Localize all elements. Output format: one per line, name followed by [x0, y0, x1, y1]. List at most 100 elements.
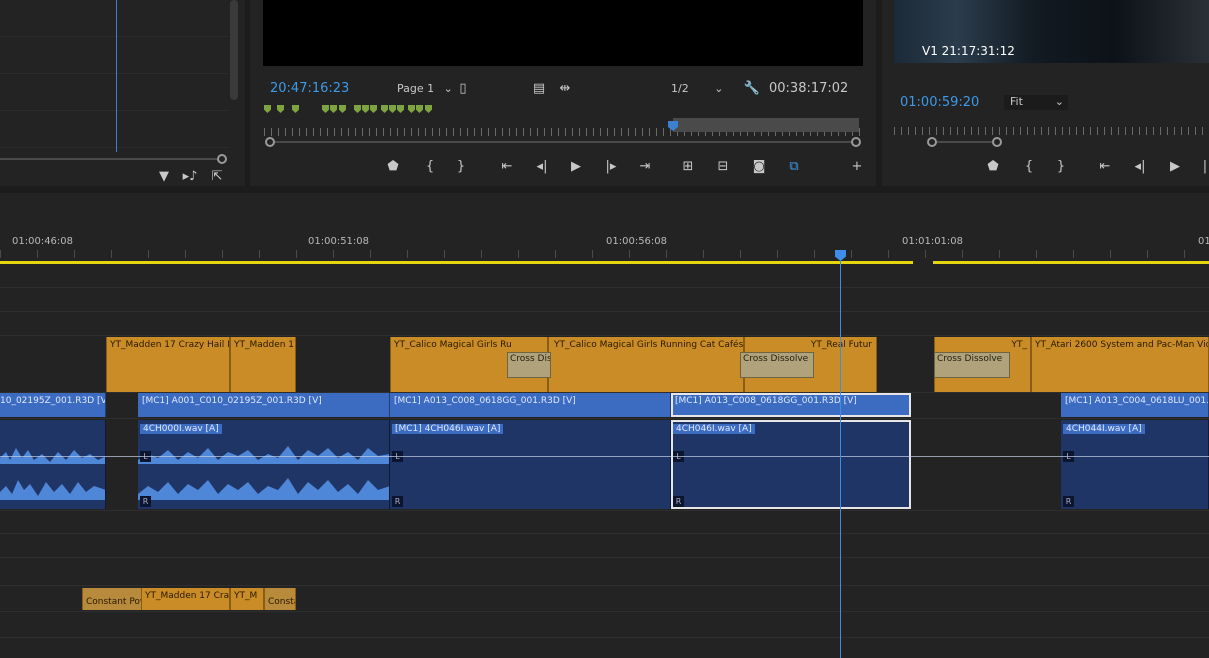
clip-label: YT_M: [234, 591, 258, 601]
program-zoom-handle-right[interactable]: [851, 137, 861, 147]
work-area-bar[interactable]: [0, 261, 913, 264]
reference-zoom-handle-right[interactable]: [992, 137, 1002, 147]
marker[interactable]: [389, 105, 396, 113]
reference-zoom-scrollbar[interactable]: [932, 141, 997, 143]
left-panel-scrollbar[interactable]: [230, 0, 238, 100]
video-clip-selected[interactable]: [MC1] A013_C008_0618GG_001.R3D [V]: [671, 393, 911, 417]
mark-in-icon[interactable]: {: [420, 158, 440, 176]
audio-transition-clip[interactable]: Consta: [264, 588, 296, 610]
marker[interactable]: [425, 105, 432, 113]
audio-clip[interactable]: 4CH044I.wav [A] L R: [1061, 420, 1209, 509]
graphic-clip[interactable]: YT_Atari 2600 System and Pac-Man Video G: [1031, 337, 1209, 392]
reference-zoom-handle-left[interactable]: [927, 137, 937, 147]
reference-mini-ruler[interactable]: [894, 127, 1209, 135]
clip-label: [MC1] A013_C004_0618LU_001.R3D: [1065, 396, 1209, 406]
clip-label: [MC1] A013_C008_0618GG_001.R3D [V]: [394, 396, 576, 406]
audio-clip[interactable]: [0, 420, 106, 509]
marker[interactable]: [330, 105, 337, 113]
filter-icon[interactable]: ▼: [154, 168, 174, 186]
marker[interactable]: [339, 105, 346, 113]
mark-out-icon[interactable]: }: [451, 158, 471, 176]
graphic-clip[interactable]: YT_Calico Magical Girls Running Cat Café…: [548, 337, 744, 392]
step-back-icon[interactable]: ◂|: [1130, 158, 1150, 176]
play-icon[interactable]: ▶: [1165, 158, 1185, 176]
program-zoom-handle-left[interactable]: [265, 137, 275, 147]
video-clip[interactable]: 10_02195Z_001.R3D [V]: [0, 393, 106, 417]
safe-margins-icon[interactable]: ▤: [529, 80, 549, 98]
work-area-bar[interactable]: [933, 261, 1209, 264]
step-forward-icon[interactable]: |: [1195, 158, 1209, 176]
add-marker-icon[interactable]: ⬟: [983, 158, 1003, 176]
left-panel-hscroll[interactable]: [0, 158, 220, 160]
resolution-select[interactable]: 1/2 ⌄: [671, 82, 723, 95]
audio-volume-line[interactable]: [0, 456, 1209, 457]
toggle-panel-icon[interactable]: ▯: [453, 80, 473, 98]
track-divider: [0, 418, 1209, 419]
export-icon[interactable]: ⇱: [207, 168, 227, 186]
ruler-label: 01:00:56:08: [606, 236, 668, 247]
audio-transition-clip[interactable]: Constant Pow: [82, 588, 142, 610]
add-marker-icon[interactable]: ⬟: [383, 158, 403, 176]
marker[interactable]: [277, 105, 284, 113]
wrench-icon[interactable]: 🔧: [742, 80, 762, 98]
track-divider: [0, 533, 1209, 534]
marker[interactable]: [397, 105, 404, 113]
video-clip[interactable]: [MC1] A013_C008_0618GG_001.R3D [V]: [390, 393, 671, 417]
cross-dissolve-transition[interactable]: Cross Diss: [507, 352, 551, 378]
go-to-in-icon[interactable]: ⇤: [497, 158, 517, 176]
clip-label: 4CH000I.wav [A]: [140, 424, 222, 434]
audio-clip[interactable]: 4CH000I.wav [A] L R: [138, 420, 390, 509]
clip-label: YT_Madden 17: [234, 340, 296, 350]
marker[interactable]: [354, 105, 361, 113]
cross-dissolve-transition[interactable]: Cross Dissolve: [934, 352, 1010, 378]
graphic-clip[interactable]: YT_M: [230, 588, 264, 610]
go-to-in-icon[interactable]: ⇤: [1095, 158, 1115, 176]
cross-dissolve-transition[interactable]: Cross Dissolve: [740, 352, 814, 378]
video-clip[interactable]: [MC1] A001_C010_02195Z_001.R3D [V]: [138, 393, 390, 417]
program-duration-timecode: 00:38:17:02: [769, 81, 849, 96]
graphic-clip[interactable]: YT_Madden 17: [230, 337, 296, 392]
marker[interactable]: [264, 105, 271, 113]
audio-clip[interactable]: [MC1] 4CH046I.wav [A] L R: [390, 420, 671, 509]
ruler-ticks[interactable]: [0, 250, 1209, 258]
left-panel-hscroll-handle[interactable]: [217, 154, 227, 164]
marker[interactable]: [322, 105, 329, 113]
go-to-out-icon[interactable]: ⇥: [635, 158, 655, 176]
reference-zoom-label: Fit: [1010, 95, 1023, 108]
timeline-playhead-line[interactable]: [840, 259, 841, 658]
insert-audio-icon[interactable]: ▸♪: [180, 168, 200, 186]
marker[interactable]: [408, 105, 415, 113]
extract-icon[interactable]: ⊟: [713, 158, 733, 176]
reference-zoom-select[interactable]: Fit ⌄: [1004, 95, 1068, 110]
marker[interactable]: [292, 105, 299, 113]
ruler-label: 01:01:01:08: [902, 236, 964, 247]
page-select[interactable]: Page 1 ⌄: [397, 82, 453, 95]
multicam-toggle-icon[interactable]: ⧉: [784, 158, 804, 176]
marker[interactable]: [381, 105, 388, 113]
mark-in-icon[interactable]: {: [1019, 158, 1039, 176]
marker[interactable]: [416, 105, 423, 113]
clip-label: YT_Madden 17 Crazy Hail M: [110, 340, 230, 350]
step-forward-icon[interactable]: |▸: [601, 158, 621, 176]
audio-waveform: [0, 448, 105, 500]
marker[interactable]: [362, 105, 369, 113]
step-back-icon[interactable]: ◂|: [532, 158, 552, 176]
audio-clip-selected[interactable]: 4CH046I.wav [A] L R: [671, 420, 911, 509]
left-panel: ▼ ▸♪ ⇱: [0, 0, 245, 186]
video-clip[interactable]: [MC1] A013_C004_0618LU_001.R3D: [1061, 393, 1209, 417]
reference-current-timecode[interactable]: 01:00:59:20: [900, 95, 979, 110]
camera-icon[interactable]: ◙: [749, 158, 769, 176]
add-button-icon[interactable]: +: [847, 158, 867, 176]
lift-icon[interactable]: ⊞: [678, 158, 698, 176]
graphic-clip[interactable]: YT_Madden 17 Craz: [141, 588, 230, 610]
play-icon[interactable]: ▶: [566, 158, 586, 176]
program-current-timecode[interactable]: 20:47:16:23: [270, 81, 349, 96]
program-zoom-scrollbar[interactable]: [270, 141, 856, 143]
mark-out-icon[interactable]: }: [1051, 158, 1071, 176]
graphic-clip[interactable]: YT_Madden 17 Crazy Hail M: [106, 337, 230, 392]
left-panel-grid: [0, 0, 228, 150]
timeline-panel: 01:00:46:08 01:00:51:08 01:00:56:08 01:0…: [0, 193, 1209, 658]
multicam-icon[interactable]: ⇹: [555, 80, 575, 98]
marker[interactable]: [370, 105, 377, 113]
track-divider: [0, 335, 1209, 336]
